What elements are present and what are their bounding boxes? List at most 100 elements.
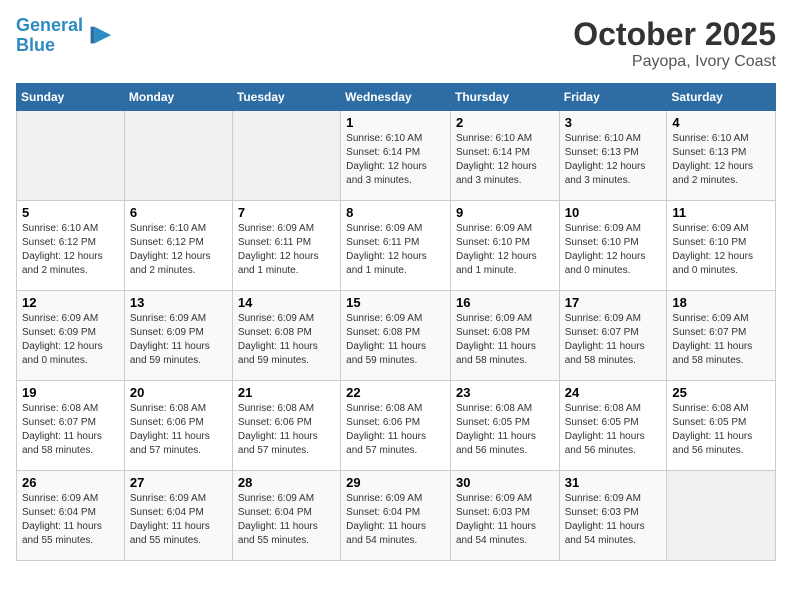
day-info: Sunrise: 6:09 AMSunset: 6:10 PMDaylight:…	[672, 222, 770, 278]
day-number: 12	[22, 295, 119, 310]
day-header-wednesday: Wednesday	[341, 84, 451, 111]
day-info: Sunrise: 6:08 AMSunset: 6:06 PMDaylight:…	[238, 402, 335, 458]
day-info: Sunrise: 6:09 AMSunset: 6:03 PMDaylight:…	[565, 492, 662, 548]
day-info: Sunrise: 6:10 AMSunset: 6:13 PMDaylight:…	[672, 132, 770, 188]
day-number: 18	[672, 295, 770, 310]
calendar-cell: 25 Sunrise: 6:08 AMSunset: 6:05 PMDayligh…	[667, 381, 776, 471]
day-info: Sunrise: 6:08 AMSunset: 6:06 PMDaylight:…	[346, 402, 445, 458]
day-header-thursday: Thursday	[450, 84, 559, 111]
day-number: 27	[130, 475, 227, 490]
day-number: 15	[346, 295, 445, 310]
day-info: Sunrise: 6:09 AMSunset: 6:11 PMDaylight:…	[346, 222, 445, 278]
day-info: Sunrise: 6:09 AMSunset: 6:07 PMDaylight:…	[565, 312, 662, 368]
calendar-cell: 20Sunrise: 6:08 AMSunset: 6:06 PMDayligh…	[124, 381, 232, 471]
day-info: Sunrise: 6:09 AMSunset: 6:11 PMDaylight:…	[238, 222, 335, 278]
calendar-cell: 24 Sunrise: 6:08 AMSunset: 6:05 PMDayligh…	[559, 381, 667, 471]
calendar-cell: 15 Sunrise: 6:09 AMSunset: 6:08 PMDayligh…	[341, 291, 451, 381]
calendar-cell: 18Sunrise: 6:09 AMSunset: 6:07 PMDayligh…	[667, 291, 776, 381]
day-info: Sunrise: 6:10 AMSunset: 6:12 PMDaylight:…	[22, 222, 119, 278]
calendar-cell	[667, 471, 776, 561]
calendar-cell: 28 Sunrise: 6:09 AMSunset: 6:04 PMDayligh…	[232, 471, 340, 561]
calendar-week-3: 12 Sunrise: 6:09 AMSunset: 6:09 PMDayligh…	[17, 291, 776, 381]
day-info: Sunrise: 6:10 AMSunset: 6:14 PMDaylight:…	[456, 132, 554, 188]
page-title: October 2025	[573, 16, 776, 53]
title-block: October 2025 Payopa, Ivory Coast	[573, 16, 776, 71]
day-number: 17	[565, 295, 662, 310]
day-info: Sunrise: 6:10 AMSunset: 6:12 PMDaylight:…	[130, 222, 227, 278]
day-info: Sunrise: 6:08 AMSunset: 6:07 PMDaylight:…	[22, 402, 119, 458]
day-info: Sunrise: 6:09 AMSunset: 6:04 PMDaylight:…	[346, 492, 445, 548]
day-info: Sunrise: 6:10 AMSunset: 6:14 PMDaylight:…	[346, 132, 445, 188]
calendar-cell: 4Sunrise: 6:10 AMSunset: 6:13 PMDaylight…	[667, 111, 776, 201]
calendar-cell: 7Sunrise: 6:09 AMSunset: 6:11 PMDaylight…	[232, 201, 340, 291]
day-number: 24	[565, 385, 662, 400]
calendar-cell: 1 Sunrise: 6:10 AMSunset: 6:14 PMDaylight…	[341, 111, 451, 201]
calendar-cell: 23 Sunrise: 6:08 AMSunset: 6:05 PMDayligh…	[450, 381, 559, 471]
logo-text: General Blue	[16, 16, 83, 56]
day-number: 3	[565, 115, 662, 130]
day-info: Sunrise: 6:09 AMSunset: 6:04 PMDaylight:…	[238, 492, 335, 548]
calendar-cell: 30Sunrise: 6:09 AMSunset: 6:03 PMDayligh…	[450, 471, 559, 561]
day-number: 28	[238, 475, 335, 490]
calendar-cell: 17 Sunrise: 6:09 AMSunset: 6:07 PMDayligh…	[559, 291, 667, 381]
day-info: Sunrise: 6:08 AMSunset: 6:05 PMDaylight:…	[565, 402, 662, 458]
day-header-tuesday: Tuesday	[232, 84, 340, 111]
calendar-cell: 13 Sunrise: 6:09 AMSunset: 6:09 PMDayligh…	[124, 291, 232, 381]
day-info: Sunrise: 6:08 AMSunset: 6:06 PMDaylight:…	[130, 402, 227, 458]
calendar-cell: 31 Sunrise: 6:09 AMSunset: 6:03 PMDayligh…	[559, 471, 667, 561]
calendar-table: SundayMondayTuesdayWednesdayThursdayFrid…	[16, 83, 776, 561]
calendar-cell: 5 Sunrise: 6:10 AMSunset: 6:12 PMDaylight…	[17, 201, 125, 291]
calendar-cell	[17, 111, 125, 201]
calendar-cell: 11 Sunrise: 6:09 AMSunset: 6:10 PMDayligh…	[667, 201, 776, 291]
calendar-cell: 14Sunrise: 6:09 AMSunset: 6:08 PMDayligh…	[232, 291, 340, 381]
day-number: 6	[130, 205, 227, 220]
day-number: 5	[22, 205, 119, 220]
calendar-week-1: 1 Sunrise: 6:10 AMSunset: 6:14 PMDaylight…	[17, 111, 776, 201]
day-number: 19	[22, 385, 119, 400]
day-number: 13	[130, 295, 227, 310]
day-number: 23	[456, 385, 554, 400]
calendar-cell	[232, 111, 340, 201]
day-info: Sunrise: 6:09 AMSunset: 6:08 PMDaylight:…	[346, 312, 445, 368]
day-number: 25	[672, 385, 770, 400]
day-info: Sunrise: 6:09 AMSunset: 6:08 PMDaylight:…	[456, 312, 554, 368]
logo-icon	[85, 22, 113, 50]
calendar-cell: 21 Sunrise: 6:08 AMSunset: 6:06 PMDayligh…	[232, 381, 340, 471]
day-info: Sunrise: 6:09 AMSunset: 6:04 PMDaylight:…	[22, 492, 119, 548]
day-info: Sunrise: 6:08 AMSunset: 6:05 PMDaylight:…	[456, 402, 554, 458]
day-info: Sunrise: 6:09 AMSunset: 6:10 PMDaylight:…	[456, 222, 554, 278]
day-number: 9	[456, 205, 554, 220]
day-info: Sunrise: 6:09 AMSunset: 6:09 PMDaylight:…	[130, 312, 227, 368]
day-header-friday: Friday	[559, 84, 667, 111]
calendar-cell: 6 Sunrise: 6:10 AMSunset: 6:12 PMDaylight…	[124, 201, 232, 291]
day-number: 1	[346, 115, 445, 130]
calendar-week-4: 19 Sunrise: 6:08 AMSunset: 6:07 PMDayligh…	[17, 381, 776, 471]
day-number: 10	[565, 205, 662, 220]
logo: General Blue	[16, 16, 113, 56]
calendar-week-2: 5 Sunrise: 6:10 AMSunset: 6:12 PMDaylight…	[17, 201, 776, 291]
day-header-monday: Monday	[124, 84, 232, 111]
calendar-cell: 29 Sunrise: 6:09 AMSunset: 6:04 PMDayligh…	[341, 471, 451, 561]
day-info: Sunrise: 6:09 AMSunset: 6:08 PMDaylight:…	[238, 312, 335, 368]
day-number: 8	[346, 205, 445, 220]
day-header-sunday: Sunday	[17, 84, 125, 111]
calendar-body: 1 Sunrise: 6:10 AMSunset: 6:14 PMDaylight…	[17, 111, 776, 561]
calendar-cell: 12 Sunrise: 6:09 AMSunset: 6:09 PMDayligh…	[17, 291, 125, 381]
day-number: 29	[346, 475, 445, 490]
day-info: Sunrise: 6:08 AMSunset: 6:05 PMDaylight:…	[672, 402, 770, 458]
calendar-cell: 22 Sunrise: 6:08 AMSunset: 6:06 PMDayligh…	[341, 381, 451, 471]
day-number: 31	[565, 475, 662, 490]
day-number: 26	[22, 475, 119, 490]
calendar-cell: 19 Sunrise: 6:08 AMSunset: 6:07 PMDayligh…	[17, 381, 125, 471]
page-header: General Blue October 2025 Payopa, Ivory …	[16, 16, 776, 71]
day-info: Sunrise: 6:09 AMSunset: 6:09 PMDaylight:…	[22, 312, 119, 368]
calendar-cell: 3Sunrise: 6:10 AMSunset: 6:13 PMDaylight…	[559, 111, 667, 201]
day-number: 21	[238, 385, 335, 400]
day-number: 22	[346, 385, 445, 400]
day-number: 11	[672, 205, 770, 220]
calendar-header-row: SundayMondayTuesdayWednesdayThursdayFrid…	[17, 84, 776, 111]
calendar-cell	[124, 111, 232, 201]
day-info: Sunrise: 6:09 AMSunset: 6:04 PMDaylight:…	[130, 492, 227, 548]
calendar-week-5: 26 Sunrise: 6:09 AMSunset: 6:04 PMDayligh…	[17, 471, 776, 561]
calendar-cell: 2Sunrise: 6:10 AMSunset: 6:14 PMDaylight…	[450, 111, 559, 201]
